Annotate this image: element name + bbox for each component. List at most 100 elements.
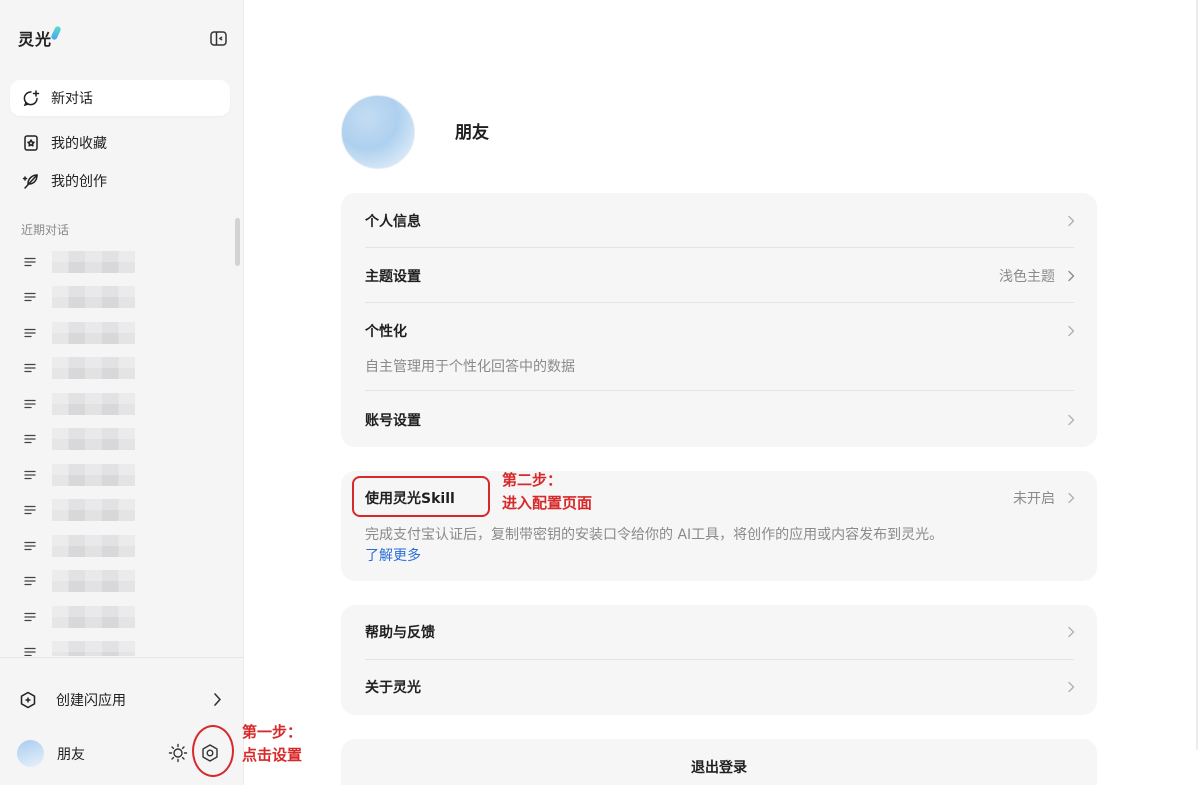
- history-item[interactable]: [0, 386, 236, 422]
- avatar: [17, 740, 44, 767]
- bookmark-icon: [22, 134, 40, 152]
- create-app-icon: [18, 690, 38, 710]
- chat-lines-icon: [24, 647, 36, 656]
- chevron-right-icon: [1067, 492, 1075, 504]
- chat-lines-icon: [24, 470, 36, 480]
- sidebar-item-favorites[interactable]: 我的收藏: [10, 125, 230, 161]
- logout-button[interactable]: 退出登录: [341, 739, 1097, 785]
- step1-highlight-circle: [192, 725, 234, 777]
- sidebar-item-creations[interactable]: 我的创作: [10, 163, 230, 199]
- step1-line2: 点击设置: [242, 746, 303, 764]
- chat-lines-icon: [24, 399, 36, 409]
- step2-line1: 第二步：: [502, 471, 563, 489]
- history-item[interactable]: [0, 493, 236, 529]
- new-chat-button[interactable]: 新对话: [10, 80, 230, 116]
- chat-lines-icon: [24, 257, 36, 267]
- account-row[interactable]: 账号设置: [365, 409, 1075, 431]
- step2-line2: 进入配置页面: [502, 494, 593, 512]
- chat-lines-icon: [24, 612, 36, 622]
- step1-annotation: 第一步： 点击设置: [242, 721, 302, 767]
- history-item-title-redacted: [52, 605, 135, 628]
- chevron-right-icon: [1067, 626, 1075, 638]
- about-right: [1067, 681, 1075, 693]
- history-item-title-redacted: [52, 357, 135, 380]
- logo-spark-icon: [50, 25, 62, 41]
- history-item[interactable]: [0, 244, 236, 280]
- theme-label: 主题设置: [365, 269, 421, 285]
- theme-row[interactable]: 主题设置 浅色主题: [365, 265, 1075, 287]
- skill-right: 未开启: [1013, 488, 1075, 508]
- history-item-title-redacted: [52, 428, 135, 451]
- history-item[interactable]: [0, 528, 236, 564]
- history-item-title-redacted: [52, 641, 135, 656]
- divider: [365, 302, 1074, 303]
- chevron-right-icon: [1067, 325, 1075, 337]
- divider: [365, 390, 1074, 391]
- theme-toggle-sun-icon[interactable]: [168, 743, 188, 763]
- account-label: 账号设置: [365, 413, 421, 429]
- personalization-label: 个性化: [365, 324, 407, 340]
- settings-card-general: 个人信息 主题设置 浅色主题 个性化 自主管理用于个性化回答中的数据 账号设置: [341, 193, 1097, 447]
- new-chat-icon: [22, 89, 40, 107]
- history-item[interactable]: [0, 564, 236, 600]
- chat-lines-icon: [24, 292, 36, 302]
- new-chat-label: 新对话: [51, 91, 93, 107]
- history-list: [0, 244, 236, 656]
- profile-avatar[interactable]: [341, 95, 415, 169]
- history-item-title-redacted: [52, 570, 135, 593]
- feather-icon: [22, 172, 40, 190]
- collapse-sidebar-icon[interactable]: [209, 30, 229, 48]
- chat-lines-icon: [24, 505, 36, 515]
- step2-annotation: 第二步： 进入配置页面: [502, 469, 592, 515]
- theme-value: 浅色主题: [999, 269, 1055, 285]
- logout-label: 退出登录: [691, 760, 747, 776]
- chevron-right-icon: [1067, 215, 1075, 227]
- chevron-right-icon: [1067, 681, 1075, 693]
- personalization-right: [1067, 325, 1075, 337]
- chevron-right-icon: [1067, 270, 1075, 282]
- skill-status: 未开启: [1013, 491, 1055, 507]
- step2-highlight-box: [352, 476, 490, 517]
- personalization-row[interactable]: 个性化: [365, 320, 1075, 342]
- chevron-right-icon: [212, 692, 222, 711]
- history-item[interactable]: [0, 599, 236, 635]
- history-item-title-redacted: [52, 534, 135, 557]
- user-profile[interactable]: 朋友: [17, 740, 85, 767]
- recent-chats-label: 近期对话: [21, 223, 70, 237]
- chat-lines-icon: [24, 541, 36, 551]
- create-app-label: 创建闪应用: [56, 693, 126, 709]
- personal-info-label: 个人信息: [365, 214, 421, 230]
- sidebar-divider: [0, 657, 244, 658]
- creations-label: 我的创作: [51, 174, 107, 190]
- chat-lines-icon: [24, 434, 36, 444]
- learn-more-link[interactable]: 了解更多: [365, 545, 421, 565]
- help-row[interactable]: 帮助与反馈: [365, 621, 1075, 643]
- chat-lines-icon: [24, 328, 36, 338]
- logo-text: 灵光: [18, 30, 53, 49]
- history-item-title-redacted: [52, 250, 135, 273]
- history-item[interactable]: [0, 457, 236, 493]
- sidebar-scrollbar[interactable]: [235, 218, 240, 266]
- divider: [365, 659, 1074, 660]
- personal-info-row[interactable]: 个人信息: [365, 210, 1075, 232]
- history-item[interactable]: [0, 422, 236, 458]
- favorites-label: 我的收藏: [51, 136, 107, 152]
- history-item-title-redacted: [52, 392, 135, 415]
- user-name: 朋友: [57, 746, 85, 763]
- history-item-title-redacted: [52, 463, 135, 486]
- history-item[interactable]: [0, 315, 236, 351]
- about-row[interactable]: 关于灵光: [365, 676, 1075, 698]
- history-item[interactable]: [0, 635, 236, 656]
- history-item-title-redacted: [52, 499, 135, 522]
- about-label: 关于灵光: [365, 680, 421, 696]
- step1-line1: 第一步：: [242, 723, 303, 741]
- create-app-button[interactable]: 创建闪应用: [18, 686, 228, 714]
- settings-card-support: 帮助与反馈 关于灵光: [341, 605, 1097, 715]
- personal-info-right: [1067, 215, 1075, 227]
- history-item[interactable]: [0, 351, 236, 387]
- logo[interactable]: 灵光: [18, 25, 62, 50]
- history-item-title-redacted: [52, 321, 135, 344]
- chat-lines-icon: [24, 576, 36, 586]
- history-item-title-redacted: [52, 286, 135, 309]
- history-item[interactable]: [0, 280, 236, 316]
